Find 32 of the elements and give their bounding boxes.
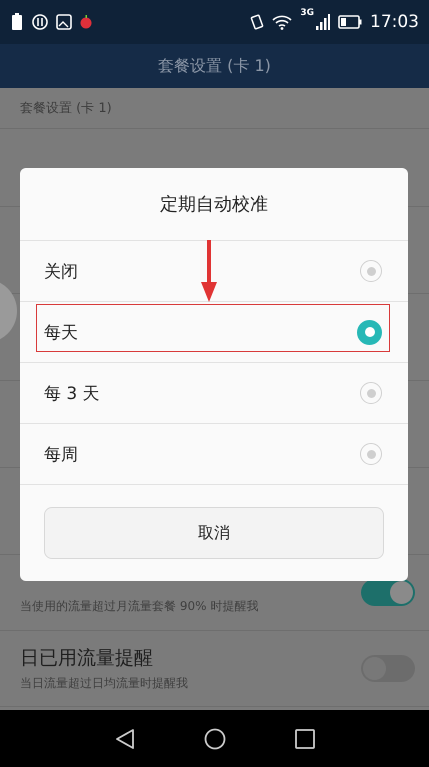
back-icon[interactable] [114, 728, 134, 750]
option-row[interactable]: 每周 [20, 423, 408, 484]
arrow-icon [200, 240, 218, 302]
toggle-switch[interactable] [361, 579, 415, 606]
recents-icon[interactable] [294, 728, 314, 748]
vibrate-icon [250, 14, 264, 30]
cancel-button[interactable]: 取消 [44, 507, 384, 559]
dialog-title: 定期自动校准 [160, 193, 268, 216]
setting-title: 日已用流量提醒 [20, 646, 154, 671]
network-type: 3G [300, 8, 314, 18]
radio-button[interactable] [360, 382, 382, 404]
battery-saver-icon [10, 13, 24, 31]
option-label: 每周 [44, 444, 79, 466]
radio-button[interactable] [357, 320, 382, 344]
option-label: 每 3 天 [44, 382, 101, 404]
signal-icon [316, 14, 330, 30]
page-title: 套餐设置 (卡 1) [158, 56, 271, 76]
option-label: 每天 [44, 322, 79, 344]
section-header: 套餐设置 (卡 1) [20, 100, 112, 117]
battery-icon [338, 15, 362, 29]
option-row[interactable]: 每天 [20, 301, 408, 362]
apple-icon [80, 15, 92, 29]
wifi-icon [272, 14, 292, 30]
setting-description: 当日流量超过日均流量时提醒我 [20, 675, 189, 692]
setting-description: 当使用的流量超过月流量套餐 90% 时提醒我 [20, 598, 260, 614]
image-icon [56, 14, 72, 30]
option-row[interactable]: 每 3 天 [20, 362, 408, 423]
clock-time: 17:03 [370, 12, 419, 32]
radio-button[interactable] [360, 443, 382, 465]
option-label: 关闭 [44, 260, 79, 282]
radio-button[interactable] [360, 260, 382, 282]
home-icon[interactable] [204, 728, 226, 750]
